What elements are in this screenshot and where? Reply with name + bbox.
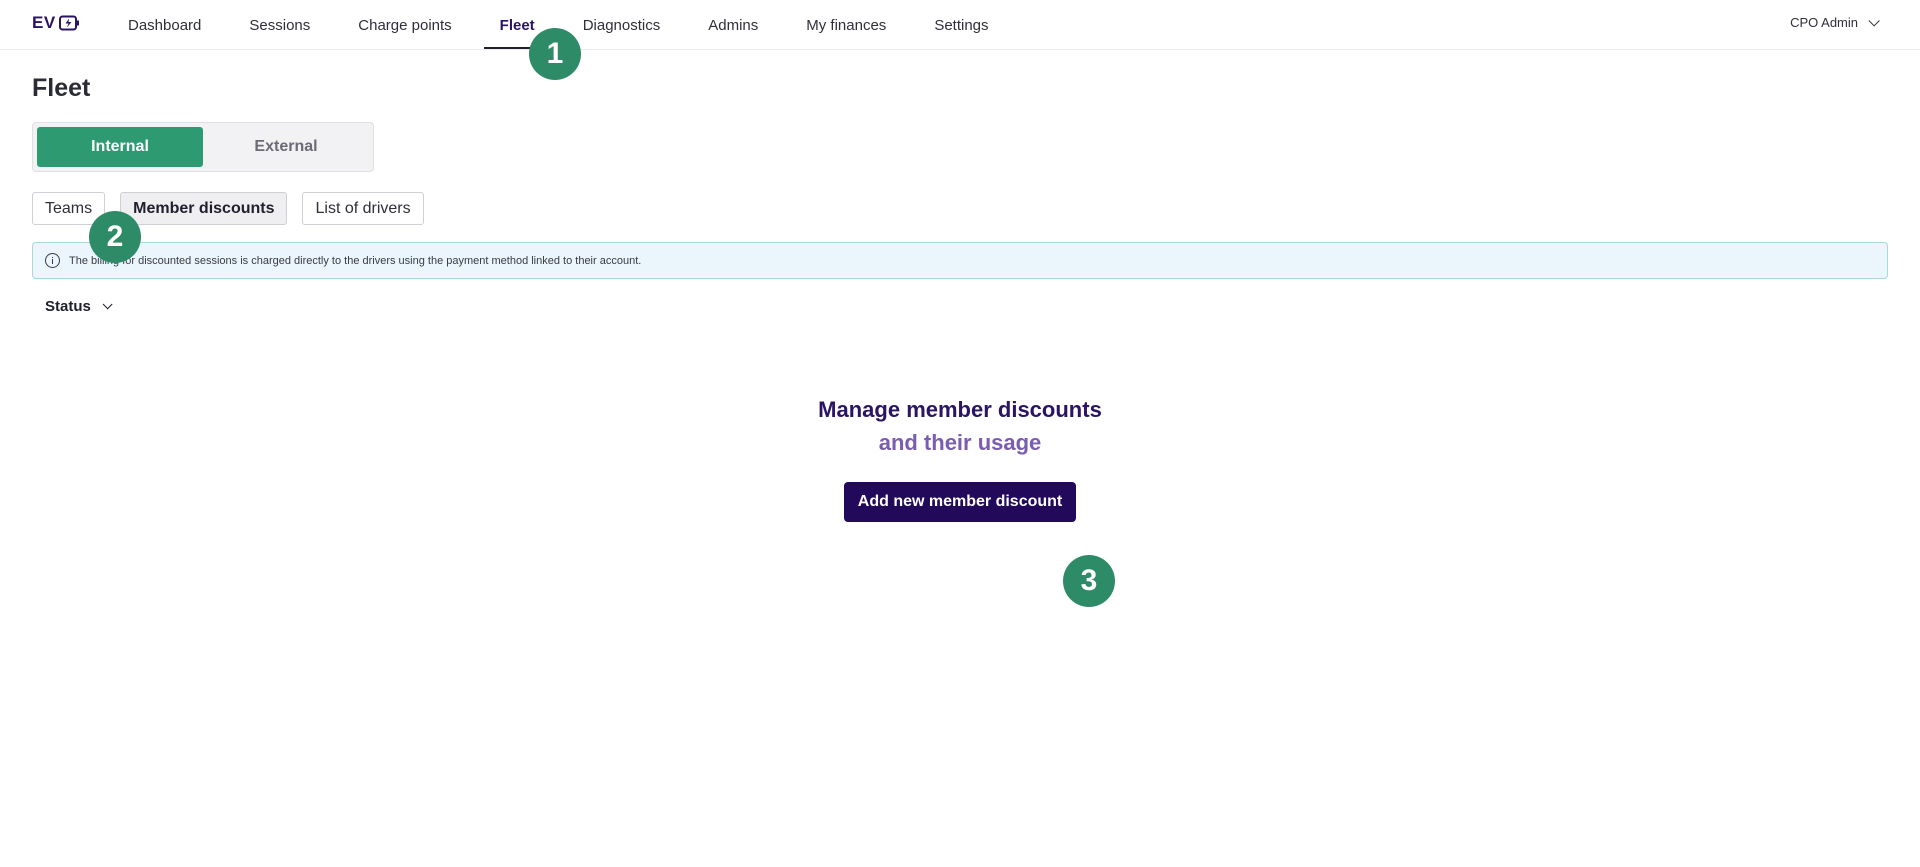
nav-item-diagnostics[interactable]: Diagnostics xyxy=(565,0,679,50)
empty-state-subtitle: and their usage xyxy=(878,430,1042,455)
empty-state-title: Manage member discounts xyxy=(818,397,1102,422)
add-member-discount-button[interactable]: Add new member discount xyxy=(844,482,1076,522)
step-marker-2: 2 xyxy=(89,211,141,263)
nav-item-my-finances[interactable]: My finances xyxy=(788,0,904,50)
nav-item-settings[interactable]: Settings xyxy=(916,0,1006,50)
step-marker-3: 3 xyxy=(1063,555,1115,607)
sub-tabs: Teams Member discounts List of drivers xyxy=(32,192,439,225)
toggle-internal[interactable]: Internal xyxy=(37,127,203,167)
nav-item-sessions[interactable]: Sessions xyxy=(231,0,328,50)
toggle-external[interactable]: External xyxy=(203,127,369,167)
status-filter[interactable]: Status xyxy=(45,298,113,315)
nav-item-dashboard[interactable]: Dashboard xyxy=(110,0,219,50)
info-icon xyxy=(45,253,60,268)
user-menu[interactable]: CPO Admin xyxy=(1790,14,1880,30)
status-filter-label: Status xyxy=(45,298,91,315)
nav-item-charge-points[interactable]: Charge points xyxy=(340,0,469,50)
top-navigation: EV Dashboard Sessions Charge points Flee… xyxy=(0,0,1920,50)
chevron-down-icon xyxy=(1868,14,1880,27)
tab-list-of-drivers[interactable]: List of drivers xyxy=(302,192,424,225)
brand-logo[interactable]: EV xyxy=(32,13,81,33)
empty-state: Manage member discounts and their usage xyxy=(0,393,1920,459)
chevron-down-icon xyxy=(102,299,113,310)
user-menu-label: CPO Admin xyxy=(1790,15,1858,30)
step-marker-1: 1 xyxy=(529,28,581,80)
tab-member-discounts[interactable]: Member discounts xyxy=(120,192,288,225)
plug-icon xyxy=(58,15,79,31)
page-title: Fleet xyxy=(32,74,91,102)
fleet-type-toggle: Internal External xyxy=(32,122,374,172)
info-banner-text: The billing for discounted sessions is c… xyxy=(69,254,642,267)
nav-item-admins[interactable]: Admins xyxy=(690,0,776,50)
info-banner: The billing for discounted sessions is c… xyxy=(32,242,1888,279)
